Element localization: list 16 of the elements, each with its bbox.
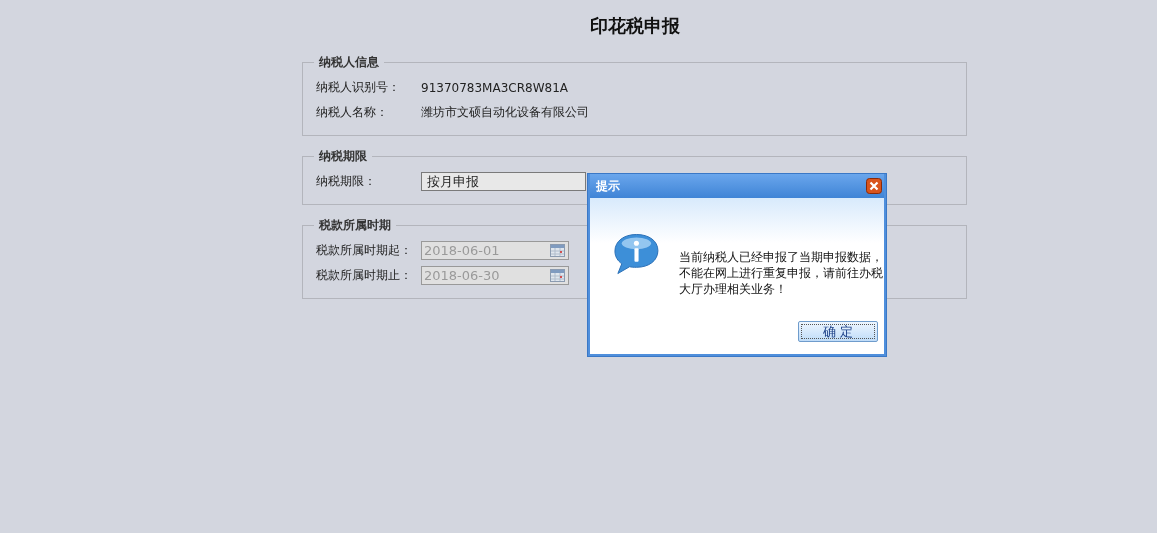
field-label: 纳税人名称： <box>316 104 389 121</box>
confirm-button[interactable]: 确 定 <box>798 321 878 342</box>
page-title: 印花税申报 <box>588 14 681 38</box>
field-label: 税款所属时期止： <box>316 267 413 284</box>
section-legend: 纳税人信息 <box>314 54 384 71</box>
select-field[interactable]: 按月申报 <box>421 172 586 191</box>
field-value: 91370783MA3CR8W81A <box>421 80 568 95</box>
section-legend: 税款所属时期 <box>314 217 396 234</box>
field-label: 纳税期限： <box>316 173 377 190</box>
section-legend: 纳税期限 <box>314 148 372 165</box>
field-value: 潍坊市文硕自动化设备有限公司 <box>421 104 589 121</box>
field-label: 纳税人识别号： <box>316 79 401 96</box>
close-icon[interactable] <box>866 178 882 194</box>
field-label: 税款所属时期起： <box>316 242 413 259</box>
dialog-title: 提示 <box>596 177 620 195</box>
dialog-message: 当前纳税人已经申报了当期申报数据，不能在网上进行重复申报，请前往办税大厅办理相关业务！ <box>678 249 884 297</box>
